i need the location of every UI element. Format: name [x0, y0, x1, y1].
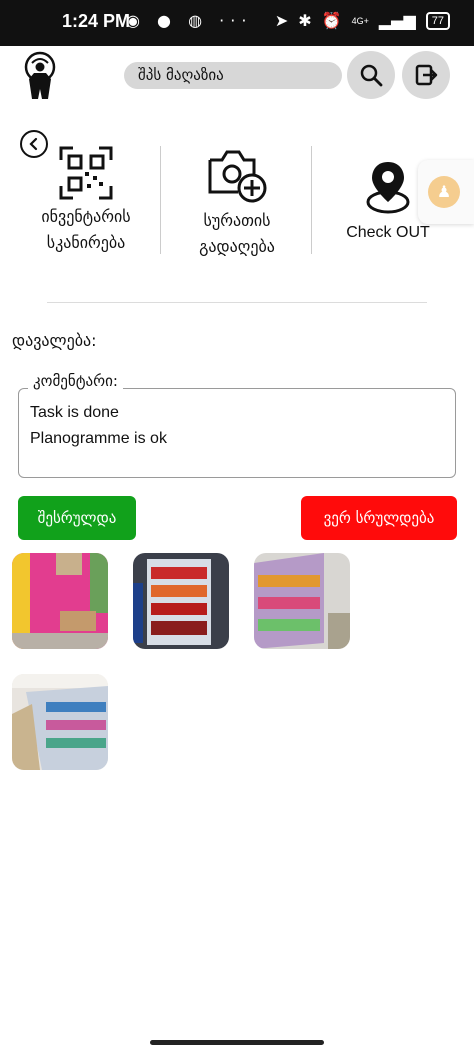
- add-photo-icon: [208, 150, 267, 203]
- home-indicator[interactable]: [150, 1040, 324, 1045]
- location-pin-icon: [366, 162, 410, 214]
- search-input[interactable]: შპს მაღაზია: [124, 62, 342, 89]
- photo-shelf-aisle-icon: [12, 674, 108, 770]
- photo-drinks-fridge-icon: [133, 553, 229, 649]
- status-bar: 1:24 PM ◉ ● ◍ ··· ➤ ✱ ⏰ 4G+ ▂▄▆ 77: [0, 0, 474, 46]
- network-label: 4G+: [351, 15, 369, 26]
- take-photo-label-1: სურათის: [203, 211, 271, 230]
- divider: [160, 146, 161, 254]
- task-label: დავალება:: [12, 331, 97, 350]
- comment-label: კომენტარი:: [28, 372, 123, 390]
- status-time: 1:24 PM: [62, 11, 131, 31]
- not-done-button[interactable]: ვერ სრულდება: [301, 496, 457, 540]
- photo-thumbnail-drinks-fridge[interactable]: [133, 553, 229, 649]
- take-photo-label-2: გადაღება: [199, 237, 275, 256]
- logout-icon: [415, 64, 438, 86]
- app-logo: [24, 51, 56, 99]
- search-placeholder: შპს მაღაზია: [138, 66, 224, 84]
- divider: [311, 146, 312, 254]
- search-button[interactable]: [347, 51, 395, 99]
- qr-code-icon: [59, 146, 113, 200]
- accessibility-tab[interactable]: ♟: [418, 160, 474, 224]
- battery-icon: 77: [425, 11, 450, 30]
- status-right: ➤ ✱ ⏰ 4G+ ▂▄▆ 77: [275, 11, 450, 30]
- done-button[interactable]: შესრულდა: [18, 496, 136, 540]
- photo-thumbnail-shelf-snacks[interactable]: [254, 553, 350, 649]
- search-icon: [360, 64, 383, 87]
- take-photo-action[interactable]: სურათის გადაღება: [175, 146, 299, 260]
- comment-text[interactable]: Task is done Planogramme is ok: [30, 400, 167, 452]
- signal-icon: ▂▄▆: [378, 11, 416, 30]
- notification-icons: ◉ ● ◍ ···: [126, 11, 253, 30]
- photo-thumbnail-shelf-aisle[interactable]: [12, 674, 108, 770]
- photo-shelf-snacks-icon: [254, 553, 350, 649]
- comment-line: Task is done: [30, 404, 119, 421]
- accessibility-icon: ♟: [428, 176, 460, 208]
- alarm-icon: ⏰: [321, 11, 342, 30]
- bluetooth-icon: ✱: [298, 11, 312, 30]
- photo-thumbnail-store-exterior[interactable]: [12, 553, 108, 649]
- section-divider: [47, 302, 427, 303]
- location-icon: ➤: [274, 11, 289, 30]
- photo-store-exterior-icon: [12, 553, 108, 649]
- comment-line: Planogramme is ok: [30, 430, 167, 447]
- scan-inventory-label-1: ინვენტარის: [41, 207, 131, 226]
- scan-inventory-action[interactable]: ინვენტარის სკანირება: [26, 146, 146, 256]
- logout-button[interactable]: [402, 51, 450, 99]
- scan-inventory-label-2: სკანირება: [46, 233, 126, 252]
